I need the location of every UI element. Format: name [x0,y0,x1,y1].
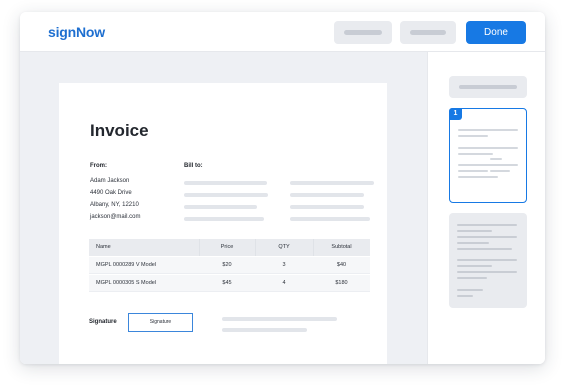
from-label: From: [90,163,107,169]
column-header-subtotal: Subtotal [331,244,352,250]
thumbnail-line [458,164,518,166]
placeholder-line [184,193,268,197]
thumbnail-line [458,147,518,149]
thumbnail-line [457,248,512,250]
item-price: $45 [222,280,232,286]
signature-label: Signature [89,319,117,325]
page-number-badge: 1 [449,108,462,120]
sidebar-button-placeholder [459,85,517,89]
from-city: Albany, NY, 12210 [90,202,139,208]
top-toolbar: signNow Done [20,12,545,52]
item-subtotal: $40 [336,262,347,268]
done-button[interactable]: Done [466,21,526,44]
thumbnail-line [457,259,517,261]
placeholder-line [184,181,267,185]
table-header-row: Name Price QTY Subtotal [89,239,370,256]
sidebar-button[interactable] [449,76,527,98]
placeholder-line [184,217,264,221]
table-row: MGPL 0000305 S Model $45 4 $180 [89,275,370,292]
thumbnail-line [457,271,517,273]
toolbar-button-placeholder [344,30,382,35]
toolbar-button-1[interactable] [334,21,392,44]
thumbnail-line [490,158,502,160]
placeholder-line [290,205,364,209]
from-street: 4490 Oak Drive [90,190,132,196]
toolbar-button-2[interactable] [400,21,456,44]
thumbnail-line [457,230,492,232]
column-header-price: Price [220,244,234,250]
item-subtotal: $180 [335,280,348,286]
placeholder-line [290,193,364,197]
thumbnail-line [458,170,488,172]
thumbnail-line [457,224,517,226]
page-thumbnail-1[interactable]: 1 [449,108,527,203]
signnow-logo: signNow [48,24,105,40]
invoice-table: Name Price QTY Subtotal MGPL 0000289 V M… [89,239,370,292]
thumbnail-line [457,242,489,244]
item-qty: 4 [282,280,286,286]
document-page: Invoice From: Adam Jackson 4490 Oak Driv… [59,83,387,364]
toolbar-button-placeholder [410,30,446,35]
from-email: jackson@mail.com [90,214,141,220]
item-name: MGPL 0000305 S Model [96,280,157,286]
thumbnail-line [458,129,518,131]
item-name: MGPL 0000289 V Model [96,262,157,268]
thumbnail-line [457,277,487,279]
thumbnail-line [457,289,483,291]
placeholder-line [222,328,307,332]
thumbnail-line [458,153,493,155]
table-row: MGPL 0000289 V Model $20 3 $40 [89,257,370,274]
bill-to-label: Bill to: [184,163,203,169]
thumbnail-line [458,135,488,137]
placeholder-line [222,317,337,321]
column-header-qty: QTY [278,244,290,250]
page-thumbnail-sidebar: 1 [427,52,545,364]
page-thumbnail-2[interactable] [449,213,527,308]
app-window: signNow Done Invoice From: Adam Jackson … [20,12,545,364]
thumbnail-line [458,176,498,178]
item-qty: 3 [282,262,286,268]
thumbnail-line [490,170,510,172]
from-name: Adam Jackson [90,178,130,184]
placeholder-line [184,205,257,209]
thumbnail-line [457,295,473,297]
thumbnail-line [457,265,492,267]
placeholder-line [290,217,370,221]
thumbnail-line [457,236,517,238]
column-header-name: Name [96,244,111,250]
signature-field[interactable]: Signature [128,313,193,332]
item-price: $20 [222,262,232,268]
document-canvas[interactable]: Invoice From: Adam Jackson 4490 Oak Driv… [20,52,427,364]
invoice-title: Invoice [90,121,149,140]
placeholder-line [290,181,374,185]
